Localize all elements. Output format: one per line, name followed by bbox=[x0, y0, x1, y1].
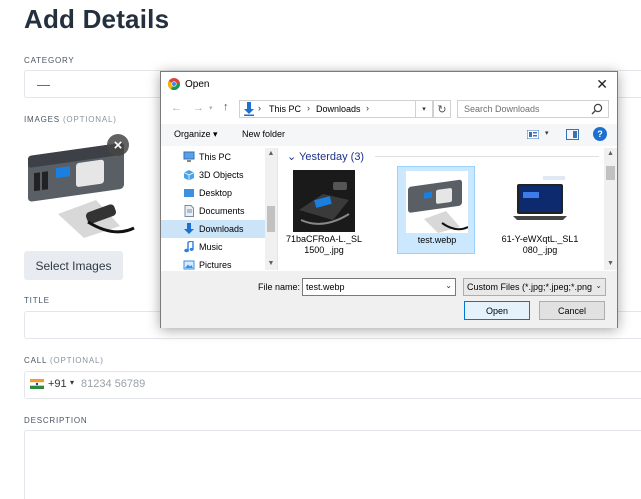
file-name: test.webp bbox=[417, 235, 457, 245]
phone-placeholder: 81234 56789 bbox=[81, 378, 146, 390]
nav-item-downloads[interactable]: Downloads bbox=[161, 220, 265, 238]
select-images-button[interactable]: Select Images bbox=[24, 251, 123, 280]
up-arrow-icon[interactable]: ↑ bbox=[223, 101, 229, 113]
file-list-scroll-thumb[interactable] bbox=[606, 166, 615, 180]
organize-button[interactable]: Organize ▾ bbox=[174, 129, 218, 140]
nav-item-desktop[interactable]: Desktop bbox=[161, 184, 265, 202]
nav-item-music[interactable]: Music bbox=[161, 238, 265, 256]
music-icon bbox=[184, 241, 194, 253]
file-type-caret-icon[interactable]: ⌄ bbox=[595, 281, 602, 290]
dialog-footer: File name: test.webp ⌄ Custom Files (*.j… bbox=[161, 271, 617, 328]
nav-item-label: Music bbox=[199, 242, 223, 252]
navigation-scroll-thumb[interactable] bbox=[267, 206, 275, 232]
file-list-pane: ⌄ Yesterday (3) 71baCFRoA-L._SL1500_.jpg bbox=[279, 148, 604, 270]
address-separator-icon[interactable]: › bbox=[258, 103, 261, 113]
dial-code-caret-icon[interactable]: ▾ bbox=[70, 378, 74, 387]
file-list-scrollbar[interactable]: ▲ ▼ bbox=[604, 148, 617, 270]
help-icon[interactable]: ? bbox=[593, 127, 607, 141]
file-type-value: Custom Files (*.jpg;*.jpeg;*.png bbox=[467, 282, 593, 292]
remove-image-close-icon[interactable]: × bbox=[107, 134, 129, 156]
title-label: TITLE bbox=[24, 296, 50, 305]
group-header[interactable]: ⌄ Yesterday (3) bbox=[287, 150, 364, 163]
nav-item-documents[interactable]: Documents bbox=[161, 202, 265, 220]
scroll-up-icon[interactable]: ▲ bbox=[265, 150, 277, 157]
document-icon bbox=[184, 205, 194, 217]
dial-code[interactable]: +91 bbox=[48, 378, 67, 390]
open-file-dialog: Open ✕ ← → ▾ ↑ › This PC › Downloads › ▾… bbox=[160, 71, 618, 328]
computer-icon bbox=[183, 151, 195, 162]
dialog-close-icon[interactable]: ✕ bbox=[596, 76, 608, 93]
nav-item-pictures[interactable]: Pictures bbox=[161, 256, 265, 270]
images-label: IMAGES (OPTIONAL) bbox=[24, 115, 117, 124]
file-name-label: File name: bbox=[258, 282, 301, 292]
nav-item-this-pc[interactable]: This PC bbox=[161, 148, 265, 166]
nav-item-label: 3D Objects bbox=[199, 170, 244, 180]
search-icon[interactable] bbox=[591, 103, 603, 115]
view-options-caret-icon[interactable]: ▾ bbox=[545, 129, 549, 137]
nav-item-label: This PC bbox=[199, 152, 232, 162]
search-placeholder: Search Downloads bbox=[464, 104, 540, 114]
scroll-down-icon[interactable]: ▼ bbox=[604, 260, 617, 267]
description-textarea[interactable] bbox=[24, 430, 641, 499]
file-thumbnail bbox=[406, 171, 468, 233]
india-flag-icon[interactable] bbox=[30, 379, 44, 389]
call-label: CALL (OPTIONAL) bbox=[24, 356, 104, 365]
back-arrow-icon[interactable]: ← bbox=[171, 102, 182, 114]
open-button[interactable]: Open bbox=[464, 301, 530, 320]
description-label: DESCRIPTION bbox=[24, 416, 88, 425]
cancel-button[interactable]: Cancel bbox=[539, 301, 605, 320]
file-name-value: test.webp bbox=[306, 282, 345, 292]
address-history-caret-icon[interactable]: ▾ bbox=[415, 100, 433, 118]
dialog-titlebar: Open ✕ bbox=[161, 72, 617, 96]
dialog-navbar: ← → ▾ ↑ › This PC › Downloads › ▾ ↻ Sear… bbox=[161, 98, 617, 120]
recent-locations-caret-icon[interactable]: ▾ bbox=[209, 104, 213, 112]
scroll-down-icon[interactable]: ▼ bbox=[265, 260, 277, 267]
file-item[interactable]: 71baCFRoA-L._SL1500_.jpg bbox=[285, 166, 363, 255]
download-icon bbox=[184, 223, 194, 234]
chrome-icon bbox=[168, 78, 180, 90]
nav-item-label: Desktop bbox=[199, 188, 233, 198]
dialog-toolbar: Organize ▾ New folder ▾ ? bbox=[161, 124, 617, 146]
file-thumbnail bbox=[509, 170, 571, 232]
chevron-down-icon[interactable]: ⌄ bbox=[287, 151, 296, 163]
picture-icon bbox=[183, 260, 195, 270]
address-crumb-downloads[interactable]: Downloads bbox=[316, 104, 361, 114]
file-item[interactable]: 61-Y-eWXqtL._SL1080_.jpg bbox=[501, 166, 579, 255]
page-title: Add Details bbox=[24, 4, 170, 34]
search-downloads-input[interactable]: Search Downloads bbox=[457, 100, 609, 118]
file-item-selected[interactable]: test.webp bbox=[397, 166, 475, 254]
address-separator-icon[interactable]: › bbox=[307, 103, 310, 113]
file-type-filter[interactable]: Custom Files (*.jpg;*.jpeg;*.png ⌄ bbox=[463, 278, 606, 296]
forward-arrow-icon[interactable]: → bbox=[193, 102, 204, 114]
navigation-scrollbar[interactable]: ▲ ▼ bbox=[265, 148, 277, 270]
refresh-icon[interactable]: ↻ bbox=[433, 100, 451, 118]
file-name-caret-icon[interactable]: ⌄ bbox=[445, 281, 452, 290]
category-value: — bbox=[37, 77, 50, 92]
group-divider bbox=[375, 156, 599, 157]
nav-item-3d-objects[interactable]: 3D Objects bbox=[161, 166, 265, 184]
downloads-arrow-icon bbox=[244, 102, 254, 116]
scroll-up-icon[interactable]: ▲ bbox=[604, 150, 617, 157]
file-name-input[interactable]: test.webp ⌄ bbox=[302, 278, 456, 296]
address-separator-icon[interactable]: › bbox=[366, 103, 369, 113]
dialog-title: Open bbox=[185, 79, 210, 90]
navigation-pane: This PC 3D Objects Desktop Documents Dow… bbox=[161, 148, 278, 270]
nav-item-label: Pictures bbox=[199, 260, 232, 270]
file-name: 71baCFRoA-L._SL1500_.jpg bbox=[285, 234, 363, 255]
preview-pane-icon[interactable] bbox=[566, 129, 579, 140]
file-thumbnail bbox=[293, 170, 355, 232]
address-crumb-this-pc[interactable]: This PC bbox=[269, 104, 301, 114]
nav-item-label: Downloads bbox=[199, 224, 244, 234]
desktop-icon bbox=[184, 189, 194, 197]
category-label: CATEGORY bbox=[24, 56, 75, 65]
nav-item-label: Documents bbox=[199, 206, 245, 216]
file-name: 61-Y-eWXqtL._SL1080_.jpg bbox=[501, 234, 579, 255]
cube-icon bbox=[183, 170, 195, 181]
new-folder-button[interactable]: New folder bbox=[242, 129, 285, 139]
view-options-icon[interactable] bbox=[527, 130, 539, 139]
